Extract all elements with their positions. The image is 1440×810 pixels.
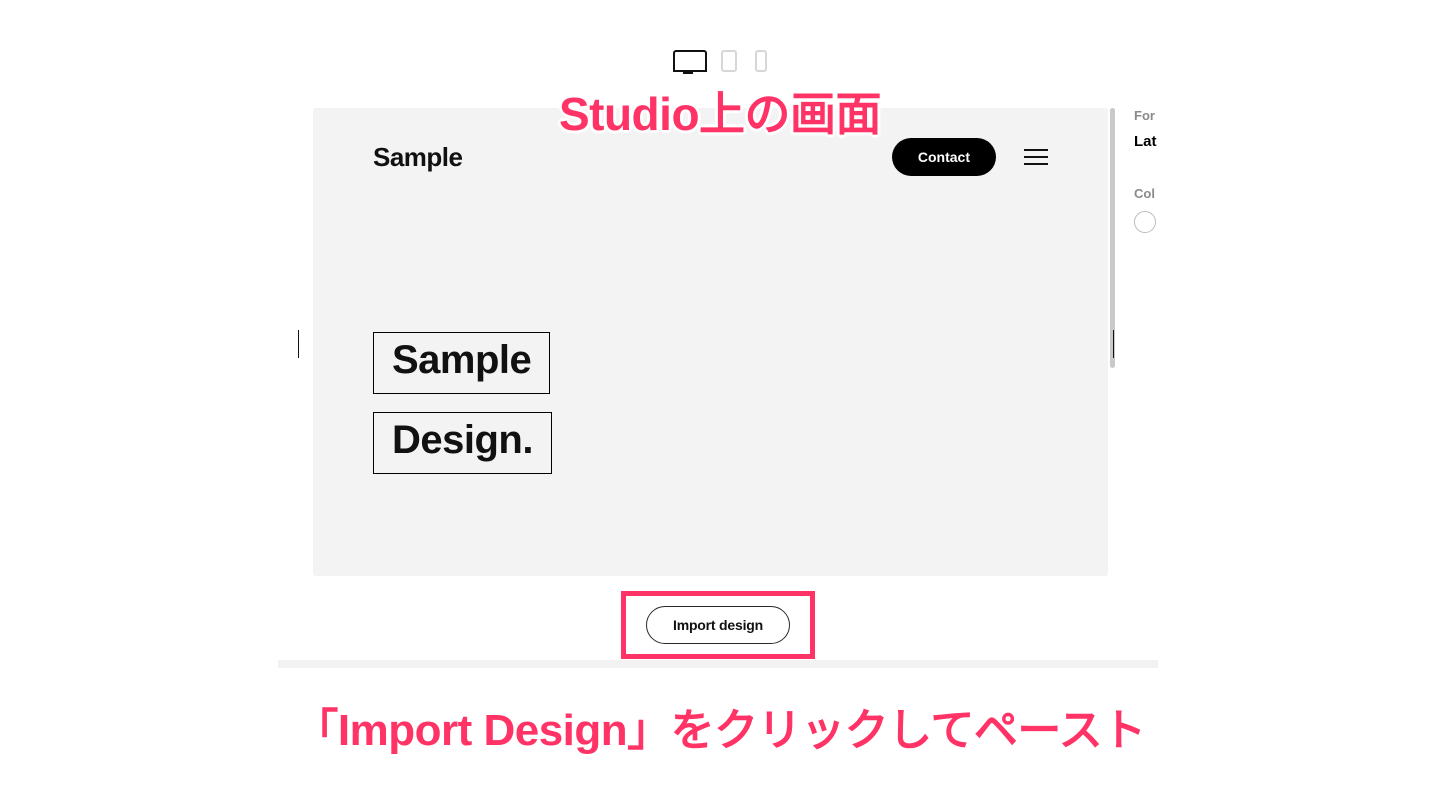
annotation-top: Studio上の画面 (559, 78, 881, 144)
import-row: Import design (278, 595, 1158, 655)
color-label: Col (1134, 186, 1164, 201)
hero: Sample Design. (373, 332, 552, 474)
site-logo[interactable]: Sample (373, 142, 463, 173)
font-value[interactable]: Lat (1134, 133, 1164, 150)
divider (278, 660, 1158, 668)
color-swatch[interactable] (1134, 211, 1156, 233)
device-mobile-icon[interactable] (755, 50, 767, 72)
import-highlight: Import design (621, 591, 815, 659)
annotation-bottom: 「Import Design」をクリックしてペースト (294, 694, 1145, 758)
side-panel: For Lat Col (1134, 108, 1164, 233)
resize-handle-left[interactable] (298, 330, 299, 358)
device-desktop-icon[interactable] (673, 50, 703, 72)
hero-word-2[interactable]: Design. (373, 412, 552, 474)
hamburger-icon[interactable] (1024, 149, 1048, 165)
resize-handle-right[interactable] (1113, 330, 1114, 358)
header-right: Contact (892, 138, 1048, 176)
device-switcher (673, 50, 767, 72)
scrollbar[interactable] (1110, 108, 1115, 368)
hero-word-1[interactable]: Sample (373, 332, 550, 394)
device-tablet-icon[interactable] (721, 50, 737, 72)
contact-button[interactable]: Contact (892, 138, 996, 176)
import-design-button[interactable]: Import design (646, 606, 790, 644)
font-label: For (1134, 108, 1164, 123)
design-canvas[interactable]: Sample Contact Sample Design. (313, 108, 1108, 576)
